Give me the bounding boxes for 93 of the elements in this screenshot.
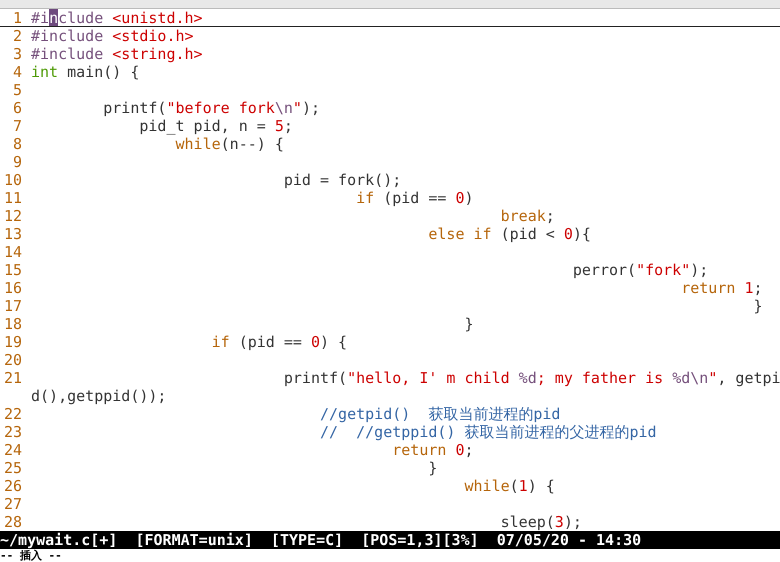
code-token: perror( (572, 261, 636, 279)
code-token: printf( (102, 99, 166, 117)
code-token: 0 (455, 189, 464, 207)
code-token: ) { (320, 333, 348, 351)
code-token: // //getppid() 获取当前进程的父进程的pid (318, 423, 657, 441)
code-token: int (31, 63, 58, 81)
code-token: } (752, 297, 762, 315)
line-number: 17 (2, 297, 22, 315)
code-token: return (680, 279, 736, 297)
code-token: 3 (554, 513, 564, 531)
line-number: 11 (2, 189, 22, 207)
line-number: 2 (12, 27, 22, 45)
code-token: "fork" (636, 261, 690, 279)
code-token: #i (31, 9, 50, 26)
line-number: 25 (2, 459, 22, 477)
code-token: (pid < (500, 225, 556, 243)
code-token: return (391, 441, 448, 459)
code-token: main() { (66, 63, 140, 81)
line-number: 1 (12, 9, 22, 26)
line-number: 7 (12, 117, 22, 135)
code-token: pid = fork(); (282, 171, 402, 189)
line-number: 3 (12, 45, 22, 63)
code-token: d(),getppid()); (31, 387, 166, 405)
code-token: ; (284, 117, 293, 135)
code-token: (pid == (382, 189, 448, 207)
line-number: 14 (2, 243, 22, 261)
line-number: 4 (12, 63, 22, 81)
line-number: 6 (12, 99, 22, 117)
code-token: clude (58, 9, 104, 26)
line-number: 27 (2, 495, 22, 513)
line-number: 28 (2, 513, 22, 531)
code-token: ; my father is (536, 369, 664, 387)
code-token: <string.h> (111, 45, 203, 63)
code-token: ) { (528, 477, 555, 495)
code-token: while (463, 477, 510, 495)
line-number: 23 (2, 423, 22, 441)
code-token: if (210, 333, 230, 351)
line-number: 26 (2, 477, 22, 495)
code-token: ){ (572, 225, 591, 243)
code-token: else if (427, 225, 492, 243)
code-token: <unistd.h> (111, 9, 203, 26)
code-token: ( (510, 477, 519, 495)
code-token: 0 (564, 225, 573, 243)
code-token: #include (31, 45, 104, 63)
code-token: } (427, 459, 438, 477)
line-number: 12 (2, 207, 22, 225)
code-token: 1 (518, 477, 528, 495)
code-token: ; (753, 279, 762, 297)
code-token: ); (302, 99, 320, 117)
code-token: pid_t pid, n = (138, 117, 267, 135)
code-token: sleep( (500, 513, 555, 531)
code-token: ); (564, 513, 582, 531)
line-number: 21 (2, 369, 22, 387)
code-token: , getpi (717, 369, 780, 387)
code-token: break (500, 207, 546, 225)
mode-indicator: -- 插入 -- (0, 549, 63, 562)
code-token: (n--) { (220, 135, 284, 153)
code-token: ; (464, 441, 474, 459)
code-token: //getpid() 获取当前进程的pid (318, 405, 560, 423)
code-token: printf( (282, 369, 348, 387)
line-number: 24 (2, 441, 22, 459)
code-token: <stdio.h> (111, 27, 194, 45)
line-number: 18 (2, 315, 22, 333)
line-number: 13 (2, 225, 22, 243)
code-token: while (174, 135, 221, 153)
code-token: %d\n (672, 369, 708, 387)
code-token: #include (31, 27, 104, 45)
code-token: " (708, 369, 718, 387)
line-number: 22 (2, 405, 22, 423)
line-number: 19 (2, 333, 22, 351)
line-number: 20 (2, 351, 22, 369)
code-token: 1 (744, 279, 754, 297)
code-token: "before fork (166, 99, 275, 117)
line-number: 16 (2, 279, 22, 297)
code-token: if (355, 189, 374, 207)
line-number: 8 (12, 135, 22, 153)
code-token: " (292, 99, 302, 117)
code-token: 0 (455, 441, 464, 459)
text-cursor: n (49, 9, 58, 26)
line-number: 9 (12, 153, 22, 171)
code-token: ); (690, 261, 708, 279)
code-token: ; (546, 207, 555, 225)
line-number: 5 (12, 81, 22, 99)
code-token: 5 (274, 117, 284, 135)
code-token: 0 (310, 333, 320, 351)
code-token: } (463, 315, 474, 333)
code-token: %d (518, 369, 537, 387)
code-token: (pid == (238, 333, 303, 351)
line-number: 10 (2, 171, 22, 189)
code-token: ) (464, 189, 474, 207)
line-number: 15 (2, 261, 22, 279)
code-token: \n (274, 99, 293, 117)
code-token: "hello, I' m child (347, 369, 511, 387)
